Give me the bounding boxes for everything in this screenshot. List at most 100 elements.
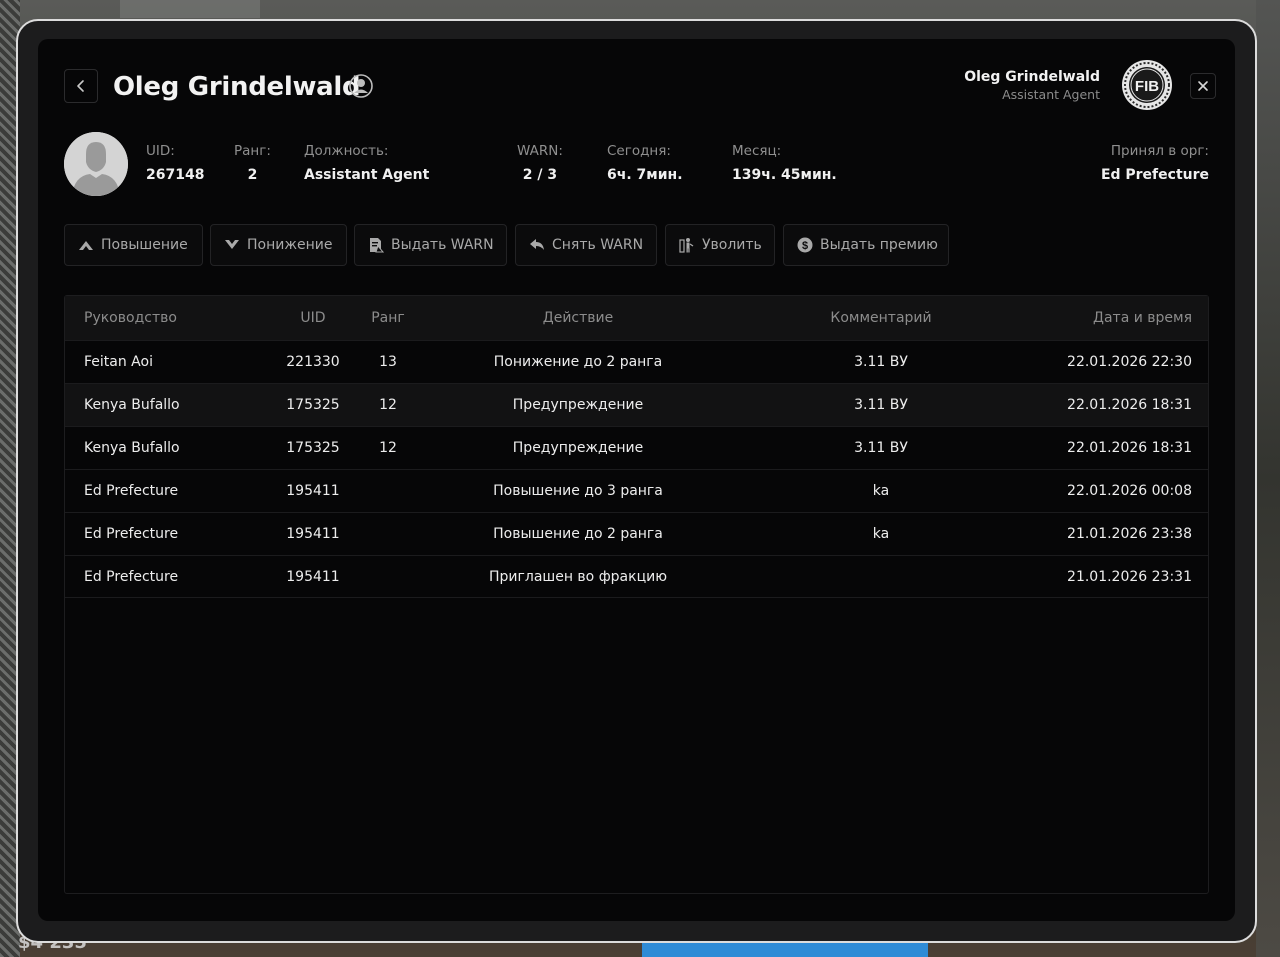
promote-button[interactable]: Повышение [64, 224, 203, 266]
cell-lead: Ed Prefecture [84, 526, 179, 542]
cell-action: Предупреждение [512, 397, 644, 413]
remove-warn-button-label: Снять WARN [552, 237, 644, 253]
cell-datetime: 22.01.2026 00:08 [1067, 483, 1192, 499]
svg-text:FIB: FIB [1135, 78, 1159, 95]
stat-today: Сегодня: 6ч. 7мин. [607, 143, 683, 183]
svg-text:$: $ [802, 240, 808, 252]
close-button[interactable] [1190, 73, 1216, 99]
table-row: Ed Prefecture 195411 Повышение до 3 ранг… [65, 469, 1208, 512]
cell-action: Предупреждение [512, 440, 644, 456]
tablet-frame: Oleg Grindelwald Oleg Grindelwald Assist… [16, 19, 1257, 943]
user-profile-icon[interactable] [349, 74, 373, 98]
table-row: Ed Prefecture 195411 Повышение до 2 ранг… [65, 512, 1208, 555]
stat-rank-value: 2 [247, 167, 258, 183]
stat-hired-by-label: Принял в орг: [1110, 143, 1209, 159]
cell-action: Приглашен во фракцию [489, 569, 667, 585]
avatar-silhouette-icon [64, 132, 128, 196]
current-user-role: Assistant Agent [1002, 87, 1100, 102]
history-table: Руководство UID Ранг Действие Комментари… [64, 295, 1209, 894]
cell-lead: Kenya Bufallo [84, 397, 180, 413]
stat-uid: UID: 267148 [146, 143, 204, 183]
cell-lead: Kenya Bufallo [84, 440, 180, 456]
stat-position: Должность: Assistant Agent [304, 143, 429, 183]
bonus-button-label: Выдать премию [820, 237, 938, 253]
tablet-screen: Oleg Grindelwald Oleg Grindelwald Assist… [38, 39, 1235, 921]
cell-comment: 3.11 ВУ [854, 397, 908, 413]
cell-uid: 221330 [286, 354, 340, 370]
back-button[interactable] [64, 69, 98, 103]
cell-comment: ka [872, 526, 890, 542]
demote-button-label: Понижение [247, 237, 333, 253]
cell-rank: 12 [379, 397, 397, 413]
cell-lead: Ed Prefecture [84, 569, 179, 585]
header-lead: Руководство [84, 310, 177, 326]
promote-button-label: Повышение [101, 237, 188, 253]
stat-uid-label: UID: [146, 143, 175, 159]
stat-warn-label: WARN: [517, 143, 563, 159]
stat-hired-by: Принял в орг: Ed Prefecture [1101, 143, 1209, 183]
cell-action: Понижение до 2 ранга [493, 354, 663, 370]
background-wall [1256, 0, 1280, 957]
cell-uid: 195411 [286, 483, 340, 499]
cell-comment: 3.11 ВУ [854, 354, 908, 370]
remove-warn-button[interactable]: Снять WARN [515, 224, 657, 266]
cell-datetime: 22.01.2026 18:31 [1067, 397, 1192, 413]
bonus-button[interactable]: $ Выдать премию [783, 224, 949, 266]
give-warn-button-label: Выдать WARN [391, 237, 494, 253]
fire-button-label: Уволить [702, 237, 762, 253]
header-action: Действие [542, 310, 614, 326]
cell-uid: 195411 [286, 526, 340, 542]
current-user: Oleg Grindelwald Assistant Agent [964, 69, 1100, 102]
stat-rank: Ранг: 2 [234, 143, 271, 183]
stat-position-value: Assistant Agent [304, 167, 430, 183]
cell-comment: ka [872, 483, 890, 499]
cell-action: Повышение до 3 ранга [493, 483, 663, 499]
cell-datetime: 22.01.2026 18:31 [1067, 440, 1192, 456]
cell-comment: 3.11 ВУ [854, 440, 908, 456]
page-title: Oleg Grindelwald [113, 72, 361, 102]
stat-month-label: Месяц: [732, 143, 782, 159]
stat-hired-by-value: Ed Prefecture [1100, 167, 1209, 183]
stat-warn-value: 2 / 3 [522, 167, 558, 183]
cell-uid: 195411 [286, 569, 340, 585]
header-comment: Комментарий [830, 310, 932, 326]
stat-month-value: 139ч. 45мин. [732, 167, 837, 183]
fire-button[interactable]: Уволить [665, 224, 775, 266]
cell-datetime: 22.01.2026 22:30 [1067, 354, 1192, 370]
give-warn-button[interactable]: Выдать WARN [354, 224, 507, 266]
fib-seal-icon: FIB [1122, 60, 1172, 110]
chevron-down-icon [225, 240, 239, 249]
cell-rank: 12 [379, 440, 397, 456]
header-uid: UID [300, 310, 326, 326]
stat-today-value: 6ч. 7мин. [607, 167, 683, 183]
chevron-up-icon [79, 241, 93, 250]
chevron-left-icon [77, 80, 84, 92]
stat-month: Месяц: 139ч. 45мин. [732, 143, 837, 183]
stat-rank-label: Ранг: [234, 143, 271, 159]
background-light [120, 0, 260, 18]
cell-datetime: 21.01.2026 23:38 [1067, 526, 1192, 542]
stat-position-label: Должность: [304, 143, 389, 159]
cell-lead: Ed Prefecture [84, 483, 179, 499]
coin-icon: $ [797, 237, 813, 253]
cell-datetime: 21.01.2026 23:31 [1067, 569, 1192, 585]
cell-uid: 175325 [286, 397, 340, 413]
header-rank: Ранг [371, 310, 405, 326]
table-row: Kenya Bufallo 175325 12 Предупреждение 3… [65, 383, 1208, 426]
stat-warn: WARN: 2 / 3 [517, 143, 563, 183]
table-row: Feitan Aoi 221330 13 Понижение до 2 ранг… [65, 340, 1208, 383]
avatar [64, 132, 128, 196]
current-user-name: Oleg Grindelwald [964, 69, 1100, 85]
cell-rank: 13 [379, 354, 397, 370]
table-header: Руководство UID Ранг Действие Комментари… [65, 296, 1208, 340]
demote-button[interactable]: Понижение [210, 224, 347, 266]
stat-today-label: Сегодня: [607, 143, 671, 159]
undo-arrow-icon [530, 239, 544, 250]
header-datetime: Дата и время [1093, 310, 1192, 326]
document-warning-icon [370, 238, 384, 253]
cell-lead: Feitan Aoi [84, 354, 153, 370]
person-exit-icon [679, 238, 694, 253]
table-row: Kenya Bufallo 175325 12 Предупреждение 3… [65, 426, 1208, 469]
table-row: Ed Prefecture 195411 Приглашен во фракци… [65, 555, 1208, 598]
cell-action: Повышение до 2 ранга [493, 526, 663, 542]
